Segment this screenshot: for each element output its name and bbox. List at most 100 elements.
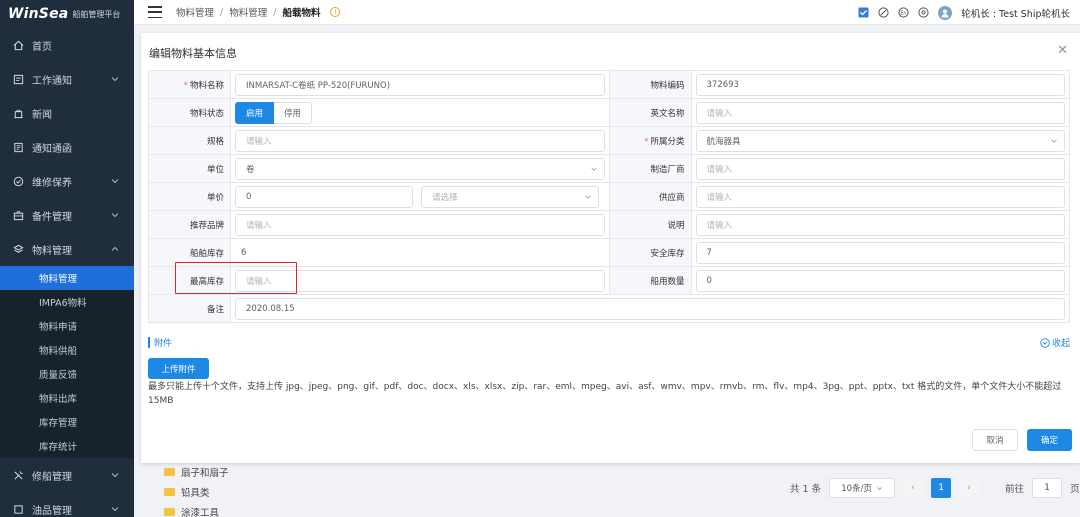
safety-stock-input[interactable]: 7 (695, 241, 1065, 264)
status-enabled-button[interactable]: 启用 (235, 101, 275, 124)
currency-select[interactable]: 请选择 (421, 185, 599, 208)
checkbox-icon[interactable] (858, 7, 869, 18)
attachment-title: 附件 (154, 339, 173, 349)
sidebar-item-label: 物料管理 (32, 245, 72, 257)
user-name[interactable]: 轮机长 : Test Ship轮机长 (961, 6, 1070, 20)
spec-input[interactable]: 请输入 (235, 129, 605, 152)
category-value: 航海器具 (706, 136, 741, 147)
sidebar-item-oil[interactable]: 油品管理 (0, 492, 134, 517)
menu-toggle-icon[interactable] (148, 6, 162, 18)
submenu-item-quality-feedback[interactable]: 质量反馈 (0, 362, 134, 386)
pagination-total: 共 1 条 (790, 484, 822, 495)
chevron-down-icon (111, 213, 119, 218)
form-label: 单位 (148, 154, 231, 183)
goto-unit: 页 (1070, 484, 1080, 495)
cancel-button[interactable]: 取消 (972, 429, 1018, 451)
language-icon[interactable]: En (898, 7, 909, 18)
list-item[interactable]: 涂漆工具 (150, 502, 310, 517)
compass-icon[interactable] (878, 7, 889, 18)
english-name-input[interactable]: 请输入 (695, 101, 1065, 124)
description-input[interactable]: 请输入 (695, 213, 1065, 236)
sidebar-item-label: 工作通知 (32, 75, 72, 87)
manufacturer-input[interactable]: 请输入 (695, 157, 1065, 180)
brand-name: WinSea (8, 6, 69, 22)
breadcrumb-current: 船载物料 (282, 8, 321, 19)
upload-hint: 最多只能上传十个文件，支持上传 jpg、jpeg、png、gif、pdf、doc… (148, 382, 1062, 406)
sidebar-item-work-notice[interactable]: 工作通知 (0, 62, 134, 96)
chevron-down-icon (111, 473, 119, 478)
form-label: 供应商 (608, 182, 692, 211)
topbar: 物料管理 / 物料管理 / 船载物料 ! En 轮机长 : Test Ship轮… (134, 0, 1080, 25)
upload-attachment-button[interactable]: 上传附件 (148, 358, 209, 379)
close-icon[interactable]: ✕ (1057, 44, 1068, 57)
goto-page-input[interactable]: 1 (1032, 478, 1063, 498)
sidebar-item-news[interactable]: 新闻 (0, 96, 134, 130)
form-label: 推荐品牌 (148, 210, 231, 239)
sidebar-item-label: 修船管理 (32, 471, 72, 483)
form-label: 备注 (148, 294, 231, 323)
list-item-label: 铅具类 (181, 488, 210, 499)
brand-input[interactable]: 请输入 (235, 213, 605, 236)
document-icon (12, 141, 24, 153)
sidebar-item-home[interactable]: 首页 (0, 28, 134, 62)
material-name-input[interactable]: INMARSAT-C卷纸 PP-520(FURUNO) (235, 73, 605, 96)
material-code-input[interactable]: 372693 (695, 73, 1065, 96)
form-label: 船用数量 (608, 266, 692, 295)
form-label: 最高库存 (148, 266, 231, 295)
submenu-item-inventory-stats[interactable]: 库存统计 (0, 434, 134, 458)
page-size-value: 10条/页 (841, 484, 872, 494)
breadcrumb-item[interactable]: 物料管理 (176, 5, 214, 19)
sidebar-item-label: 新闻 (32, 109, 52, 121)
submenu-item-material-management[interactable]: 物料管理 (0, 266, 134, 290)
breadcrumb-item[interactable]: 物料管理 (229, 5, 267, 19)
list-item-label: 扇子和扇子 (181, 468, 229, 479)
price-input[interactable]: 0 (235, 185, 413, 208)
sidebar-item-label: 油品管理 (32, 505, 72, 517)
settings-icon[interactable] (918, 7, 929, 18)
breadcrumb: 物料管理 / 物料管理 / 船载物料 ! (176, 5, 341, 19)
news-icon (12, 107, 24, 119)
prev-page-button[interactable]: ‹ (903, 478, 924, 498)
category-select[interactable]: 航海器具 (695, 129, 1065, 152)
brand-subtitle: 船舶管理平台 (72, 9, 121, 19)
breadcrumb-separator: / (220, 6, 224, 18)
page-number-current[interactable]: 1 (931, 478, 952, 498)
sidebar-item-circular[interactable]: 通知通函 (0, 130, 134, 164)
submenu-item-material-outbound[interactable]: 物料出库 (0, 386, 134, 410)
unit-select[interactable]: 卷 (235, 157, 605, 180)
page-size-select[interactable]: 10条/页 (829, 478, 896, 498)
ship-quantity-input[interactable]: 0 (695, 269, 1065, 292)
material-form: * 物料名称 INMARSAT-C卷纸 PP-520(FURUNO) 物料编码 3… (148, 70, 1070, 323)
confirm-button[interactable]: 确定 (1027, 429, 1072, 451)
form-label: 英文名称 (608, 98, 692, 127)
status-disabled-button[interactable]: 停用 (274, 101, 313, 124)
chevron-down-icon (111, 179, 119, 184)
next-page-button[interactable]: › (959, 478, 980, 498)
supplier-input[interactable]: 请输入 (695, 185, 1065, 208)
submenu-item-inventory-management[interactable]: 库存管理 (0, 410, 134, 434)
sidebar-item-spare-parts[interactable]: 备件管理 (0, 198, 134, 232)
svg-text:En: En (901, 10, 907, 16)
info-icon[interactable]: ! (330, 7, 341, 17)
submenu-item-material-supply[interactable]: 物料供船 (0, 338, 134, 362)
currency-placeholder: 请选择 (432, 192, 458, 203)
max-stock-input[interactable]: 请输入 (235, 269, 605, 292)
sidebar-item-ship-repair[interactable]: 修船管理 (0, 458, 134, 492)
list-item-label: 涂漆工具 (181, 508, 220, 517)
sidebar-item-label: 通知通函 (32, 143, 72, 155)
form-label: 物料编码 (608, 70, 692, 99)
form-label: 单价 (148, 182, 231, 211)
sidebar-item-maintenance[interactable]: 维修保养 (0, 164, 134, 198)
header-actions: En 轮机长 : Test Ship轮机长 (858, 0, 1070, 25)
collapse-toggle[interactable]: 收起 (1040, 336, 1070, 349)
briefcase-icon (12, 209, 24, 221)
submenu-item-impa6[interactable]: IMPA6物料 (0, 290, 134, 314)
chevron-down-icon (877, 486, 882, 490)
submenu-item-material-request[interactable]: 物料申请 (0, 314, 134, 338)
list-item[interactable]: 扇子和扇子 (150, 462, 310, 482)
sidebar-item-materials[interactable]: 物料管理 (0, 232, 134, 266)
avatar[interactable] (938, 5, 953, 20)
sidebar-item-label: 备件管理 (32, 211, 72, 223)
remark-input[interactable]: 2020.08.15 (235, 297, 1065, 320)
list-item[interactable]: 铅具类 (150, 482, 310, 502)
